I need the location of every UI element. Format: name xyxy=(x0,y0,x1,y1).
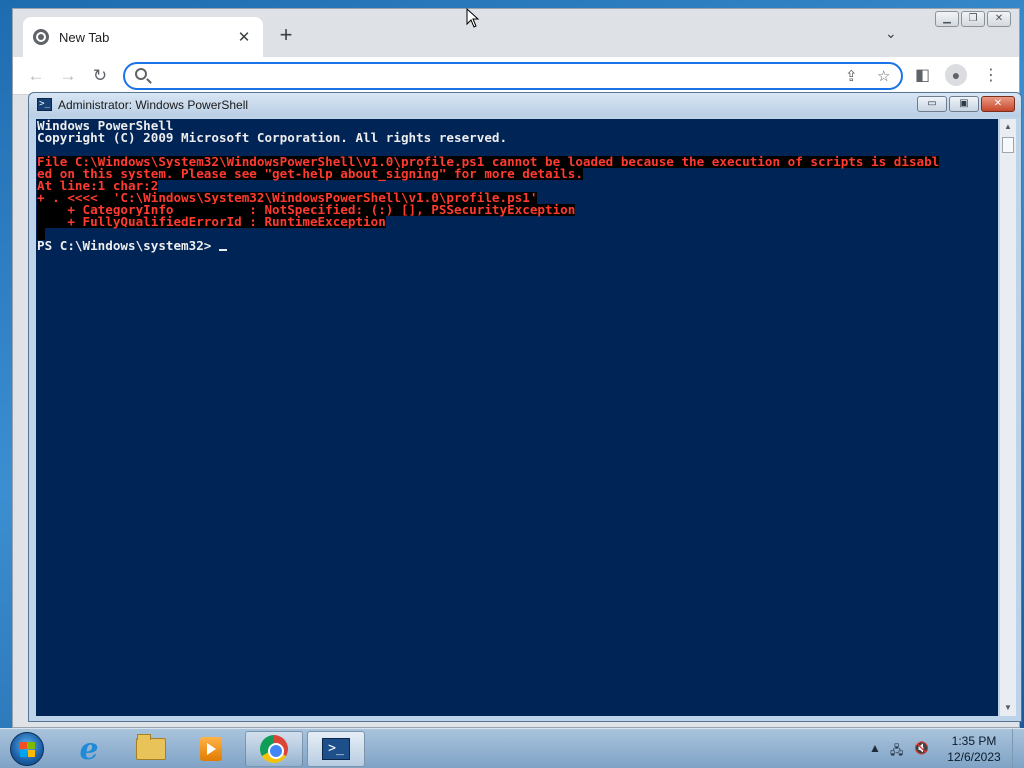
taskbar-powershell[interactable]: >_ xyxy=(307,731,365,767)
star-icon[interactable]: ☆ xyxy=(877,67,890,85)
console-error-line: + FullyQualifiedErrorId : RuntimeExcepti… xyxy=(37,214,386,229)
chrome-tab-strip: New Tab ✕ + ⌄ ▁ ❐ ✕ xyxy=(13,9,1019,57)
powershell-window-controls: ▭ ▣ ✕ xyxy=(917,96,1015,112)
powershell-console[interactable]: Windows PowerShell Copyright (C) 2009 Mi… xyxy=(36,119,998,716)
console-prompt-line: PS C:\Windows\system32> xyxy=(37,238,997,253)
windows-logo-icon xyxy=(10,732,44,766)
profile-icon[interactable]: ● xyxy=(945,64,967,86)
show-desktop-button[interactable] xyxy=(1012,729,1024,768)
console-cursor xyxy=(218,249,227,251)
chrome-icon xyxy=(260,735,288,763)
powershell-scrollbar[interactable]: ▲ ▼ xyxy=(1000,119,1016,716)
chrome-toolbar: ← → ↻ ⇪ ☆ ◧ ● ⋮ xyxy=(13,57,1019,95)
chrome-restore-button[interactable]: ❐ xyxy=(961,11,985,27)
reload-button[interactable]: ↻ xyxy=(89,65,111,87)
back-button[interactable]: ← xyxy=(25,65,47,87)
taskbar-internet-explorer[interactable]: e xyxy=(60,731,118,767)
powershell-titlebar[interactable]: >_ Administrator: Windows PowerShell ▭ ▣… xyxy=(29,93,1021,117)
network-icon[interactable]: 🖧 xyxy=(890,741,903,762)
powershell-window-title: Administrator: Windows PowerShell xyxy=(58,98,249,112)
internet-explorer-icon: e xyxy=(79,731,99,767)
forward-button[interactable]: → xyxy=(57,65,79,87)
chrome-minimize-button[interactable]: ▁ xyxy=(935,11,959,27)
volume-muted-icon[interactable]: 🔇 xyxy=(914,741,929,755)
search-icon xyxy=(135,68,147,80)
tab-title: New Tab xyxy=(59,29,110,45)
taskbar-windows-explorer[interactable] xyxy=(122,731,180,767)
address-input[interactable] xyxy=(157,67,817,87)
tab-search-chevron-icon[interactable]: ⌄ xyxy=(885,25,897,42)
taskbar: e >_ ▲ 🖧 🔇 1:35 PM 12/6/2023 xyxy=(0,728,1024,768)
start-button[interactable] xyxy=(4,729,48,768)
clock-time: 1:35 PM xyxy=(951,734,997,748)
powershell-minimize-button[interactable]: ▭ xyxy=(917,96,947,112)
scroll-thumb[interactable] xyxy=(1002,137,1014,153)
share-icon[interactable]: ⇪ xyxy=(845,67,858,85)
taskbar-media-player[interactable] xyxy=(182,731,240,767)
scroll-down-icon[interactable]: ▼ xyxy=(1000,700,1016,716)
side-panel-icon[interactable]: ◧ xyxy=(915,65,930,85)
scroll-up-icon[interactable]: ▲ xyxy=(1000,119,1016,135)
chrome-close-button[interactable]: ✕ xyxy=(987,11,1011,27)
powershell-icon[interactable]: >_ xyxy=(37,98,52,111)
taskbar-clock[interactable]: 1:35 PM 12/6/2023 xyxy=(942,733,1006,765)
folder-icon xyxy=(136,734,166,760)
powershell-window: >_ Administrator: Windows PowerShell ▭ ▣… xyxy=(28,92,1022,722)
chrome-favicon-icon xyxy=(33,29,49,45)
new-tab-button[interactable]: + xyxy=(273,23,299,49)
show-hidden-icons-icon[interactable]: ▲ xyxy=(869,741,881,755)
address-bar[interactable]: ⇪ ☆ xyxy=(123,62,903,90)
chrome-menu-icon[interactable]: ⋮ xyxy=(983,65,999,85)
console-prompt: PS C:\Windows\system32> xyxy=(37,238,219,253)
powershell-maximize-button[interactable]: ▣ xyxy=(949,96,979,112)
tab-close-icon[interactable]: ✕ xyxy=(235,28,253,46)
powershell-taskbar-icon: >_ xyxy=(322,738,350,760)
powershell-close-button[interactable]: ✕ xyxy=(981,96,1015,112)
chrome-window-controls: ▁ ❐ ✕ xyxy=(935,11,1011,27)
tab-new-tab[interactable]: New Tab ✕ xyxy=(23,17,263,57)
media-player-icon xyxy=(200,737,222,761)
console-line-copyright: Copyright (C) 2009 Microsoft Corporation… xyxy=(37,130,508,145)
taskbar-google-chrome[interactable] xyxy=(245,731,303,767)
clock-date: 12/6/2023 xyxy=(947,750,1001,764)
